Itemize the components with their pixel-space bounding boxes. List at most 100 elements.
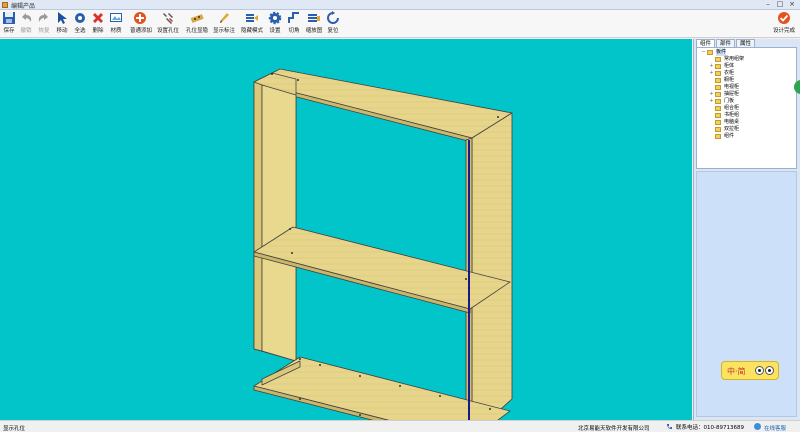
tab-parts[interactable]: 部件: [716, 39, 736, 47]
tree-item-label: 组件: [724, 133, 735, 139]
tree-item[interactable]: 组合柜: [697, 105, 796, 112]
tree-item-label: 组合柜: [724, 105, 740, 111]
material-icon: [110, 13, 122, 22]
app-icon: [2, 2, 8, 8]
tree-item[interactable]: 双拉柜: [697, 126, 796, 133]
tree-item[interactable]: 橱柜: [697, 77, 796, 84]
tree-item-label: 衣柜: [724, 70, 735, 76]
tree-item[interactable]: 书柜组: [697, 112, 796, 119]
folder-icon: [715, 99, 721, 104]
material-button[interactable]: 材质: [109, 11, 123, 37]
gear-icon: [268, 11, 282, 25]
folder-icon: [715, 113, 721, 118]
save-button[interactable]: 保存: [2, 11, 16, 37]
tree-item[interactable]: 常用组架: [697, 56, 796, 63]
tree-item[interactable]: + 抽屉柜: [697, 91, 796, 98]
save-icon: [3, 12, 15, 24]
tab-components[interactable]: 组件: [696, 39, 716, 47]
add-icon: [134, 12, 146, 24]
tree-item[interactable]: 电视柜: [697, 84, 796, 91]
tree-item-label: 抽屉柜: [724, 91, 740, 97]
preview-area: [696, 171, 797, 417]
reset-icon: [327, 11, 339, 24]
folder-icon: [715, 134, 721, 139]
add-button[interactable]: 普通添加: [130, 11, 152, 37]
delete-icon: [93, 13, 103, 23]
tree-item-label: 门板: [724, 98, 735, 104]
tree-item-label: 电脑桌: [724, 119, 740, 125]
expand-toggle-icon[interactable]: −: [701, 49, 706, 56]
select-all-button[interactable]: 全选: [73, 11, 87, 37]
folder-icon: [715, 92, 721, 97]
hole-toggle-icon: [190, 14, 204, 23]
cursor-icon: [58, 12, 67, 24]
folder-icon: [715, 120, 721, 125]
hide-mode-icon: [246, 14, 258, 22]
cabinet-model[interactable]: [0, 39, 692, 420]
toolbar: 保存 撤销 恢复 移动 全选 删除 材质 普通添加 设置孔位 孔位显隐 显示标注: [0, 10, 800, 38]
tree-item[interactable]: + 门板: [697, 98, 796, 105]
folder-icon: [715, 57, 721, 62]
expand-toggle-icon[interactable]: +: [709, 70, 714, 77]
maximize-button[interactable]: □: [774, 0, 786, 9]
status-text: 显示孔位: [3, 426, 26, 432]
tree-item-label: 橱柜: [724, 77, 735, 83]
settings-button[interactable]: 设置: [268, 11, 282, 37]
pencil-icon: [220, 13, 229, 23]
right-side-panel: [471, 112, 513, 420]
tree-item[interactable]: + 柜体: [697, 63, 796, 70]
phone-icon: [667, 424, 672, 429]
delete-button[interactable]: 删除: [91, 11, 105, 37]
zoom-map-button[interactable]: 缩放图: [305, 11, 323, 37]
folder-icon: [715, 64, 721, 69]
undo-button[interactable]: 撤销: [19, 11, 33, 37]
set-holes-button[interactable]: 设置孔位: [157, 11, 179, 37]
chamfer-button[interactable]: 切角: [287, 11, 301, 37]
tree-item[interactable]: + 衣柜: [697, 70, 796, 77]
zoom-map-icon: [308, 14, 320, 22]
folder-icon: [715, 85, 721, 90]
chamfer-icon: [288, 12, 299, 23]
tree-item-label: 板件: [716, 49, 727, 56]
select-all-icon: [75, 13, 85, 23]
tree-item-label: 双拉柜: [724, 126, 740, 132]
undo-icon: [22, 13, 32, 22]
eye-icon: [755, 366, 764, 375]
tab-properties[interactable]: 属性: [736, 39, 756, 47]
component-tree[interactable]: − 板件 常用组架 + 柜体 + 衣柜 橱柜 电视柜 + 抽屉柜 + 门板 组合柜 书柜组 电脑桌 双拉柜 组件: [696, 47, 797, 169]
widget-label: 中·简: [727, 367, 746, 376]
folder-icon: [715, 71, 721, 76]
reset-button[interactable]: 复位: [326, 11, 340, 37]
hide-mode-button[interactable]: 隐藏模式: [241, 11, 263, 37]
eye-icon: [765, 366, 774, 375]
expand-toggle-icon[interactable]: +: [709, 63, 714, 70]
hole-toggle-button[interactable]: 孔位显隐: [185, 11, 209, 37]
move-button[interactable]: 移动: [55, 11, 69, 37]
folder-icon: [707, 50, 713, 55]
phone-number: 联系电话：010-89713689: [676, 425, 744, 431]
show-labels-button[interactable]: 显示标注: [213, 11, 235, 37]
finish-design-button[interactable]: 设计完成: [772, 11, 796, 37]
status-bar: 显示孔位 北京易能天软件开发有限公司 联系电话：010-89713689 在线客…: [0, 420, 800, 432]
tree-item-label: 常用组架: [724, 56, 745, 62]
folder-icon: [715, 78, 721, 83]
close-window-button[interactable]: ×: [786, 0, 798, 9]
company-name: 北京易能天软件开发有限公司: [578, 426, 650, 432]
tree-item[interactable]: 电脑桌: [697, 119, 796, 126]
tree-item[interactable]: − 板件: [697, 49, 796, 56]
online-service-link[interactable]: 在线客服: [764, 424, 786, 432]
tree-item-label: 电视柜: [724, 84, 740, 90]
folder-icon: [715, 127, 721, 132]
tree-item-label: 书柜组: [724, 112, 740, 118]
expand-toggle-icon[interactable]: +: [709, 91, 714, 98]
expand-toggle-icon[interactable]: +: [709, 98, 714, 105]
minimize-button[interactable]: –: [762, 0, 774, 9]
floating-input-widget[interactable]: 中·简: [721, 361, 779, 380]
folder-icon: [715, 106, 721, 111]
checkmark-icon: [778, 12, 790, 24]
redo-icon: [38, 13, 48, 22]
redo-button[interactable]: 恢复: [37, 11, 51, 37]
3d-viewport[interactable]: [0, 39, 692, 420]
tools-icon: [163, 13, 173, 24]
tree-item[interactable]: 组件: [697, 133, 796, 140]
